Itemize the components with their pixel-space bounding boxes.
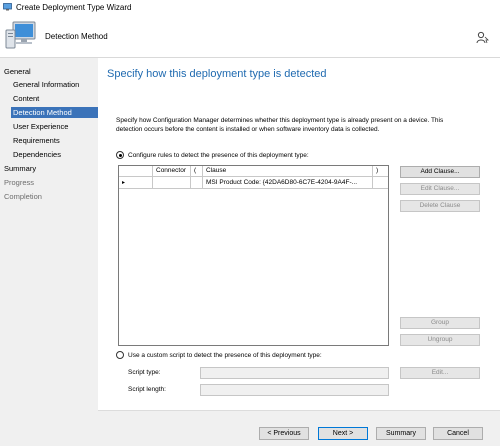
nav-progress: Progress <box>4 178 35 187</box>
rules-radio-option[interactable]: Configure rules to detect the presence o… <box>116 151 309 159</box>
nav-detection-method[interactable]: Detection Method <box>11 107 98 118</box>
grid-header-connector[interactable]: Connector <box>153 166 191 177</box>
title-bar: Create Deployment Type Wizard <box>0 0 500 14</box>
nav-summary[interactable]: Summary <box>4 163 36 174</box>
wizard-app-icon <box>3 3 12 11</box>
nav-dependencies[interactable]: Dependencies <box>13 149 61 160</box>
window-title: Create Deployment Type Wizard <box>16 2 132 12</box>
next-button[interactable]: Next > <box>318 427 368 440</box>
row-clause-cell[interactable]: MSI Product Code: {42DA6D80-6C7E-4204-9A… <box>203 177 373 189</box>
previous-button[interactable]: < Previous <box>259 427 309 440</box>
user-assist-icon <box>476 31 489 44</box>
script-radio-label: Use a custom script to detect the presen… <box>128 351 322 359</box>
add-clause-button[interactable]: Add Clause... <box>400 166 480 178</box>
grid-header-row: Connector ( Clause ) <box>119 166 388 177</box>
script-type-label: Script type: <box>128 369 161 376</box>
nav-content[interactable]: Content <box>13 93 39 104</box>
section-heading: Specify how this deployment type is dete… <box>107 68 327 80</box>
row-selector-arrow-icon: ▸ <box>119 177 153 189</box>
edit-clause-button[interactable]: Edit Clause... <box>400 183 480 195</box>
delete-clause-button[interactable]: Delete Clause <box>400 200 480 212</box>
nav-completion: Completion <box>4 192 42 201</box>
summary-button[interactable]: Summary <box>376 427 426 440</box>
nav-general-information[interactable]: General Information <box>13 79 79 90</box>
script-radio-button[interactable] <box>116 351 124 359</box>
ungroup-button[interactable]: Ungroup <box>400 334 480 346</box>
clause-grid[interactable]: Connector ( Clause ) ▸ MSI Product Code:… <box>118 165 389 346</box>
description-text: Specify how Configuration Manager determ… <box>116 117 444 133</box>
rules-radio-button[interactable] <box>116 151 124 159</box>
rules-radio-label: Configure rules to detect the presence o… <box>128 151 309 159</box>
table-row[interactable]: ▸ MSI Product Code: {42DA6D80-6C7E-4204-… <box>119 177 388 189</box>
grid-header-open-paren[interactable]: ( <box>191 166 203 177</box>
cancel-button[interactable]: Cancel <box>433 427 483 440</box>
nav-requirements[interactable]: Requirements <box>13 135 60 146</box>
main-content: Specify how this deployment type is dete… <box>98 58 500 410</box>
edit-script-button[interactable]: Edit... <box>400 367 480 379</box>
nav-general: General <box>4 67 31 76</box>
nav-user-experience[interactable]: User Experience <box>13 121 68 132</box>
script-length-field <box>200 384 389 396</box>
wizard-header: Detection Method <box>0 14 500 58</box>
script-type-field <box>200 367 389 379</box>
row-connector-cell[interactable] <box>153 177 191 189</box>
row-close-paren-cell[interactable] <box>373 177 388 189</box>
page-title: Detection Method <box>45 32 108 41</box>
grid-header-close-paren[interactable]: ) <box>373 166 388 177</box>
grid-header-clause[interactable]: Clause <box>203 166 373 177</box>
group-button[interactable]: Group <box>400 317 480 329</box>
row-open-paren-cell[interactable] <box>191 177 203 189</box>
script-length-label: Script length: <box>128 386 166 393</box>
computer-icon <box>5 21 36 49</box>
grid-header-selector <box>119 166 153 177</box>
script-radio-option[interactable]: Use a custom script to detect the presen… <box>116 351 322 359</box>
wizard-navigation: General General Information Content Dete… <box>0 58 98 446</box>
wizard-footer: < Previous Next > Summary Cancel <box>98 410 500 446</box>
